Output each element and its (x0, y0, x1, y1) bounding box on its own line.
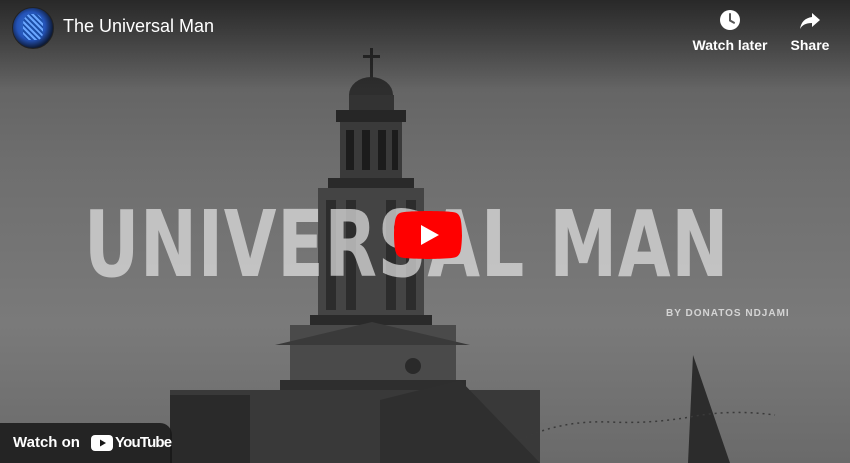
watch-later-button[interactable]: Watch later (692, 8, 768, 53)
video-player[interactable]: The Universal Man Watch later Share UNIV… (0, 0, 850, 463)
watch-on-youtube-button[interactable]: Watch on YouTube (0, 423, 172, 463)
watch-on-label: Watch on (13, 434, 80, 451)
video-overlay-byline: BY DONATOS NDJAMI (666, 308, 790, 319)
share-arrow-icon (800, 13, 820, 29)
watch-later-label: Watch later (692, 37, 768, 53)
clock-icon (720, 10, 740, 30)
video-title[interactable]: The Universal Man (63, 16, 214, 37)
video-overlay-title: UNIVERSAL MAN (84, 191, 730, 298)
share-label: Share (790, 37, 830, 53)
youtube-wordmark: YouTube (115, 434, 172, 451)
youtube-logo-icon (91, 435, 113, 451)
channel-avatar[interactable] (12, 7, 54, 49)
play-button[interactable] (394, 211, 462, 259)
share-button[interactable]: Share (785, 8, 835, 53)
